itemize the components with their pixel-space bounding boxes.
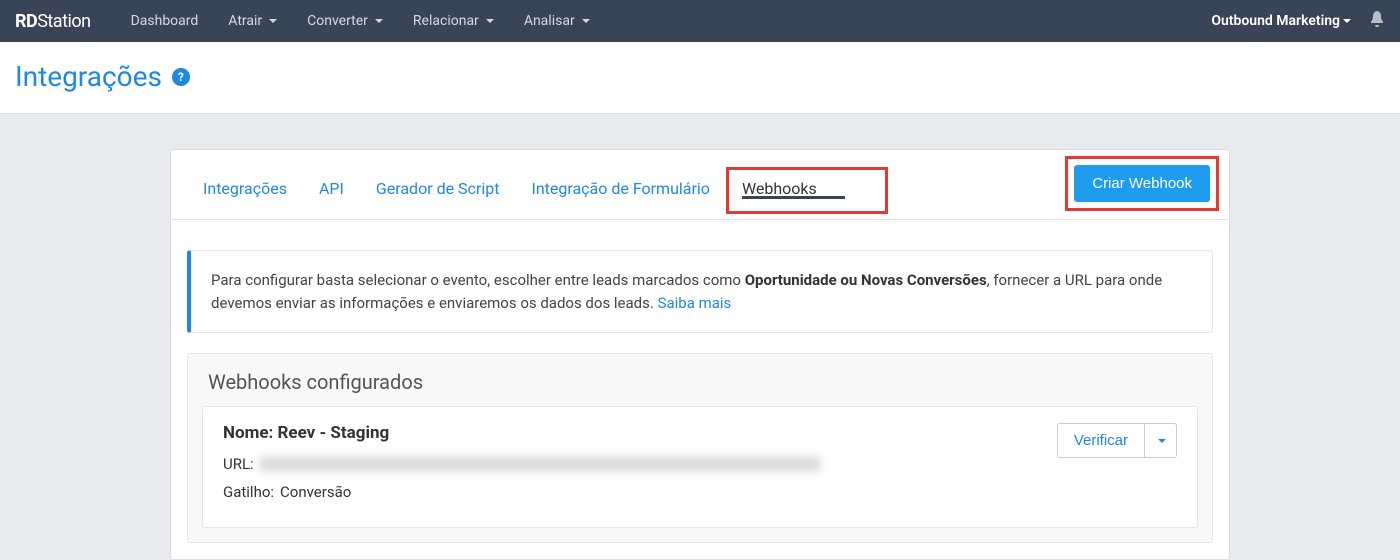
webhook-main: Nome: Reev - Staging URL: Gatilho: Conve… <box>223 423 1057 511</box>
verify-button-group: Verificar <box>1057 423 1177 458</box>
help-icon[interactable]: ? <box>172 68 190 86</box>
brand-light: Station <box>37 11 90 32</box>
nav-relacionar[interactable]: Relacionar <box>398 13 509 29</box>
user-name: Outbound Marketing <box>1211 13 1340 29</box>
caret-down-icon <box>582 19 590 23</box>
verify-dropdown-button[interactable] <box>1144 424 1176 457</box>
top-navbar: RDStation Dashboard Atrair Converter Rel… <box>0 0 1400 42</box>
nav-analisar[interactable]: Analisar <box>509 13 605 29</box>
nav-right: Outbound Marketing <box>1211 11 1385 31</box>
caret-down-icon <box>1343 19 1351 23</box>
webhook-trigger-value: Conversão <box>280 483 351 501</box>
caret-down-icon <box>269 19 277 23</box>
brand-bold: RD <box>15 11 37 32</box>
tab-integracoes[interactable]: Integrações <box>187 167 303 214</box>
webhook-name-label: Nome: <box>223 423 278 443</box>
webhook-name-value: Reev - Staging <box>278 423 390 443</box>
page-title-text: Integrações <box>15 60 162 93</box>
highlight-box-tab: Webhooks <box>726 167 888 214</box>
tab-group: Integrações API Gerador de Script Integr… <box>187 167 1065 214</box>
webhook-url-label: URL: <box>223 455 254 473</box>
section-title: Webhooks configurados <box>188 354 1212 406</box>
info-text-before: Para configurar basta selecionar o event… <box>211 271 745 289</box>
create-webhook-button[interactable]: Criar Webhook <box>1074 165 1210 202</box>
caret-down-icon <box>375 19 383 23</box>
webhooks-section: Webhooks configurados Nome: Reev - Stagi… <box>187 353 1213 543</box>
webhook-name: Nome: Reev - Staging <box>223 423 1057 443</box>
caret-down-icon <box>486 19 494 23</box>
info-bold: Oportunidade ou Novas Conversões <box>745 271 987 289</box>
webhook-trigger-line: Gatilho: Conversão <box>223 483 1057 501</box>
info-panel: Para configurar basta selecionar o event… <box>187 250 1213 333</box>
nav-atrair-label: Atrair <box>228 13 262 29</box>
webhook-url-line: URL: <box>223 455 1057 473</box>
user-menu[interactable]: Outbound Marketing <box>1211 13 1351 29</box>
tab-webhooks[interactable]: Webhooks <box>742 179 845 198</box>
webhook-url-value-blurred <box>260 456 820 472</box>
nav-converter[interactable]: Converter <box>292 13 398 29</box>
nav-items: Dashboard Atrair Converter Relacionar An… <box>116 13 1212 29</box>
webhook-row: Nome: Reev - Staging URL: Gatilho: Conve… <box>223 423 1177 511</box>
webhook-card: Nome: Reev - Staging URL: Gatilho: Conve… <box>202 406 1198 528</box>
brand-logo[interactable]: RDStation <box>15 11 91 32</box>
page-title: Integrações ? <box>15 60 1385 93</box>
nav-atrair[interactable]: Atrair <box>213 13 292 29</box>
caret-down-icon <box>1158 439 1166 443</box>
info-link-saiba-mais[interactable]: Saiba mais <box>658 294 732 312</box>
tab-row: Integrações API Gerador de Script Integr… <box>171 150 1229 220</box>
nav-converter-label: Converter <box>307 13 368 29</box>
nav-analisar-label: Analisar <box>524 13 575 29</box>
nav-dashboard-label: Dashboard <box>131 13 199 29</box>
content-panel: Integrações API Gerador de Script Integr… <box>170 149 1230 560</box>
nav-dashboard[interactable]: Dashboard <box>116 13 214 29</box>
nav-relacionar-label: Relacionar <box>413 13 479 29</box>
tab-gerador-script[interactable]: Gerador de Script <box>360 167 516 214</box>
tab-integracao-formulario[interactable]: Integração de Formulário <box>515 167 725 214</box>
tab-api[interactable]: API <box>303 167 360 214</box>
page-header: Integrações ? <box>0 42 1400 114</box>
verify-button[interactable]: Verificar <box>1058 424 1144 457</box>
notifications-bell-icon[interactable] <box>1369 11 1385 31</box>
highlight-box-button: Criar Webhook <box>1065 156 1219 211</box>
webhook-trigger-label: Gatilho: <box>223 483 274 501</box>
